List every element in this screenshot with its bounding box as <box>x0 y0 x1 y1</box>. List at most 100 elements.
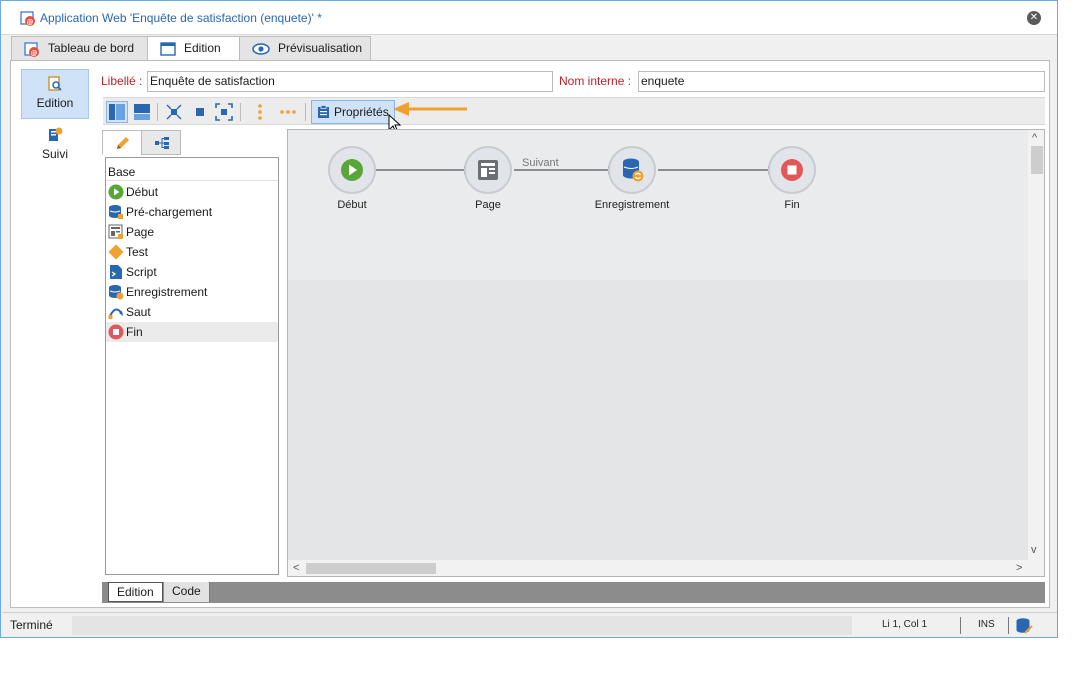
tab-label: Tableau de bord <box>48 41 135 55</box>
tab-label: Prévisualisation <box>278 41 363 55</box>
pencil-icon <box>117 137 129 149</box>
palette-item-enregistrement[interactable]: Enregistrement <box>106 282 278 302</box>
tab-previsualisation[interactable]: Prévisualisation <box>239 36 371 61</box>
layout-vertical-icon[interactable] <box>106 101 128 123</box>
end-icon <box>108 324 124 340</box>
layout-horizontal-icon[interactable] <box>131 101 153 123</box>
preload-icon <box>109 205 123 219</box>
status-bar: Terminé Li 1, Col 1 INS <box>2 612 1057 637</box>
palette-item-saut[interactable]: Saut <box>106 302 278 322</box>
workflow-node-label: Fin <box>784 199 800 211</box>
title-bar: @ Application Web 'Enquête de satisfacti… <box>1 1 1057 35</box>
scroll-right-icon[interactable]: > <box>1016 562 1022 574</box>
bottom-tabs: Edition Code <box>102 582 1045 603</box>
svg-text:@: @ <box>27 18 34 26</box>
storage-icon <box>623 158 644 182</box>
tracking-icon <box>49 127 63 141</box>
workflow-node-label: Page <box>475 199 501 211</box>
activity-palette: Base Début Pré-chargement Page Test Scri… <box>105 157 279 575</box>
clipboard-icon <box>318 105 329 118</box>
tab-edition[interactable]: Edition <box>147 36 240 62</box>
palette-item-test[interactable]: Test <box>106 242 278 262</box>
palette-item-label: Enregistrement <box>126 285 208 299</box>
palette-item-fin[interactable]: Fin <box>106 322 278 342</box>
page-icon <box>108 224 123 239</box>
edition-window-icon <box>160 42 176 56</box>
toolbar-separator <box>157 103 158 121</box>
link-label-suivant: Suivant <box>522 157 559 169</box>
horizontal-dots-icon[interactable] <box>277 101 299 123</box>
script-icon <box>110 265 122 279</box>
properties-button[interactable]: Propriétés <box>311 100 395 124</box>
nav-suivi-label: Suivi <box>41 147 68 161</box>
orange-arrow-indicator <box>393 102 467 116</box>
actual-size-icon[interactable] <box>189 101 211 123</box>
svg-text:@: @ <box>31 49 38 57</box>
tree-structure-icon <box>155 137 169 149</box>
page-icon <box>478 160 498 180</box>
vertical-dots-icon[interactable] <box>249 101 271 123</box>
workflow-node-fin[interactable] <box>768 146 816 194</box>
vertical-scroll-thumb[interactable] <box>1031 146 1043 174</box>
workflow-node-debut[interactable] <box>328 146 376 194</box>
scrollbar-corner <box>1028 560 1044 576</box>
horizontal-scroll-thumb[interactable] <box>306 563 436 574</box>
scroll-up-icon[interactable]: ^ <box>1032 132 1037 144</box>
cursor-position: Li 1, Col 1 <box>882 619 928 630</box>
status-separator <box>960 617 961 634</box>
palette-item-label: Début <box>126 185 159 199</box>
status-text: Terminé <box>10 618 53 632</box>
tab-palette-tree[interactable] <box>141 130 181 155</box>
test-icon <box>108 244 124 260</box>
zoom-extent-icon[interactable] <box>213 101 235 123</box>
insert-mode: INS <box>978 619 995 630</box>
tab-bottom-code[interactable]: Code <box>164 582 210 602</box>
editor-toolbar: Propriétés <box>103 97 1045 125</box>
palette-item-debut[interactable]: Début <box>106 182 278 202</box>
eye-icon <box>252 43 270 55</box>
libelle-input[interactable]: Enquête de satisfaction <box>147 71 553 92</box>
close-icon[interactable]: ✕ <box>1027 11 1041 25</box>
storage-icon <box>109 285 124 300</box>
horizontal-scrollbar[interactable]: < > <box>288 560 1028 576</box>
web-app-icon: @ <box>20 11 35 26</box>
tab-palette-activities[interactable] <box>102 130 142 155</box>
nav-edition-label: Edition <box>36 96 74 110</box>
libelle-label: Libellé : <box>101 74 143 88</box>
window-title: Application Web 'Enquête de satisfaction… <box>40 11 322 25</box>
end-icon <box>781 159 803 181</box>
nom-interne-label: Nom interne : <box>559 74 632 88</box>
palette-item-page[interactable]: Page <box>106 222 278 242</box>
properties-label: Propriétés <box>334 105 389 119</box>
database-icon[interactable] <box>1015 617 1033 635</box>
palette-item-label: Test <box>126 245 149 259</box>
workflow-node-label: Début <box>337 199 367 211</box>
workflow-node-label: Enregistrement <box>594 199 670 211</box>
palette-item-script[interactable]: Script <box>106 262 278 282</box>
tab-bottom-edition[interactable]: Edition <box>108 582 163 602</box>
workflow-node-enregistrement[interactable] <box>608 146 656 194</box>
status-separator <box>1008 617 1009 634</box>
tab-tableau-de-bord[interactable]: @ Tableau de bord <box>11 36 148 61</box>
workflow-canvas[interactable]: Suivant Début Page Enregistrement Fin ^ … <box>287 129 1045 577</box>
nav-suivi[interactable]: Suivi <box>21 121 89 171</box>
workflow-node-page[interactable] <box>464 146 512 194</box>
application-window: @ Application Web 'Enquête de satisfacti… <box>0 0 1058 638</box>
vertical-scrollbar[interactable]: ^ v <box>1028 130 1044 560</box>
palette-header: Base <box>106 163 278 181</box>
jump-icon <box>108 308 123 319</box>
start-icon <box>341 159 363 181</box>
toolbar-separator <box>305 103 306 121</box>
palette-item-label: Pré-chargement <box>126 205 213 219</box>
nav-edition[interactable]: Edition <box>21 69 89 119</box>
palette-item-label: Fin <box>126 325 143 339</box>
palette-item-label: Saut <box>126 305 151 319</box>
scroll-left-icon[interactable]: < <box>293 562 299 574</box>
nom-interne-input[interactable]: enquete <box>638 71 1045 92</box>
status-progress-area <box>72 616 852 635</box>
dashboard-icon: @ <box>24 42 39 57</box>
scroll-down-icon[interactable]: v <box>1031 544 1037 556</box>
palette-item-pre-chargement[interactable]: Pré-chargement <box>106 202 278 222</box>
zoom-fit-icon[interactable] <box>163 101 185 123</box>
content-panel: Edition Suivi Libellé : Enquête de satis… <box>10 60 1050 608</box>
